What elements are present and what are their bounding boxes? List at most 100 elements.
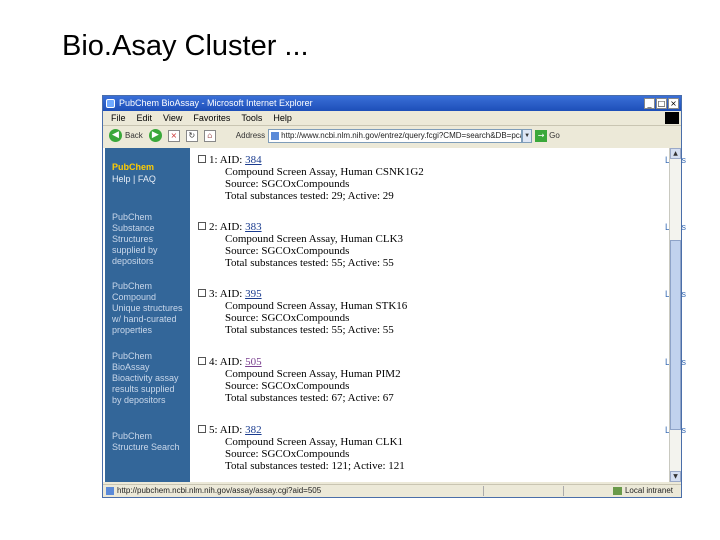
address-label: Address xyxy=(235,131,266,140)
result-index: 4: xyxy=(209,356,218,368)
page-content: PubChem Help | FAQ PubChem Substance Str… xyxy=(103,148,686,482)
result-header: 4: AID: 505 Links xyxy=(198,356,686,368)
result-index: 2: xyxy=(209,221,218,233)
result-title: Compound Screen Assay, Human STK16 xyxy=(225,300,408,312)
result-checkbox[interactable] xyxy=(198,222,206,230)
result-totals: Total substances tested: 121; Active: 12… xyxy=(225,460,405,472)
result-index: 5: xyxy=(209,424,218,436)
result-source: Source: SGCOxCompounds xyxy=(225,245,350,257)
refresh-icon: ↻ xyxy=(185,129,198,142)
aid-link[interactable]: 382 xyxy=(245,424,262,436)
menu-bar: File Edit View Favorites Tools Help xyxy=(103,111,681,125)
aid-label: AID: xyxy=(219,288,243,300)
address-dropdown-icon[interactable]: ▼ xyxy=(522,128,533,143)
aid-link[interactable]: 505 xyxy=(245,356,262,368)
sidebar-item-substance[interactable]: PubChem Substance Structures supplied by… xyxy=(112,212,186,267)
windows-flag-icon xyxy=(665,112,679,124)
sidebar-item-bioassay[interactable]: PubChem BioAssay Bioactivity assay resul… xyxy=(112,351,186,406)
status-divider xyxy=(483,486,484,496)
aid-link[interactable]: 395 xyxy=(245,288,262,300)
back-label: Back xyxy=(125,131,143,140)
window-titlebar[interactable]: PubChem BioAssay - Microsoft Internet Ex… xyxy=(103,96,681,111)
toolbar: ◀ Back ▶ × ↻ ⌂ Address http://www.ncbi.n… xyxy=(103,125,681,145)
sidebar-brand[interactable]: PubChem xyxy=(112,162,154,173)
go-label: Go xyxy=(549,131,560,140)
sidebar-item-compound[interactable]: PubChem Compound Unique structures w/ ha… xyxy=(112,281,186,336)
result-totals: Total substances tested: 55; Active: 55 xyxy=(225,257,394,269)
sidebar: PubChem Help | FAQ PubChem Substance Str… xyxy=(105,148,190,482)
zone-label: Local intranet xyxy=(624,486,673,495)
list-item: 2: AID: 383 Links Compound Screen Assay,… xyxy=(198,221,686,269)
result-source: Source: SGCOxCompounds xyxy=(225,448,350,460)
list-item: 5: AID: 382 Links Compound Screen Assay,… xyxy=(198,424,686,472)
result-title: Compound Screen Assay, Human CSNK1G2 xyxy=(225,166,424,178)
menu-view[interactable]: View xyxy=(163,111,182,125)
result-checkbox[interactable] xyxy=(198,289,206,297)
result-header: 3: AID: 395 Links xyxy=(198,288,686,300)
vertical-scrollbar[interactable]: ▲ ▼ xyxy=(669,148,681,482)
list-item: 1: AID: 384 Links Compound Screen Assay,… xyxy=(198,154,686,202)
list-item: 4: AID: 505 Links Compound Screen Assay,… xyxy=(198,356,686,404)
go-button[interactable]: → Go xyxy=(535,129,560,142)
result-title: Compound Screen Assay, Human PIM2 xyxy=(225,368,401,380)
menu-file[interactable]: File xyxy=(111,111,126,125)
result-checkbox[interactable] xyxy=(198,357,206,365)
result-totals: Total substances tested: 29; Active: 29 xyxy=(225,190,394,202)
aid-link[interactable]: 384 xyxy=(245,154,262,166)
result-source: Source: SGCOxCompounds xyxy=(225,380,350,392)
result-title: Compound Screen Assay, Human CLK3 xyxy=(225,233,404,245)
stop-icon: × xyxy=(167,129,180,142)
status-bar: http://pubchem.ncbi.nlm.nih.gov/assay/as… xyxy=(103,484,681,497)
aid-label: AID: xyxy=(219,154,243,166)
aid-label: AID: xyxy=(219,221,243,233)
home-button[interactable]: ⌂ xyxy=(203,129,216,142)
stop-button[interactable]: × xyxy=(167,129,180,142)
result-title: Compound Screen Assay, Human CLK1 xyxy=(225,436,404,448)
menu-help[interactable]: Help xyxy=(273,111,292,125)
result-checkbox[interactable] xyxy=(198,425,206,433)
maximize-button[interactable]: □ xyxy=(656,98,667,109)
address-input[interactable]: http://www.ncbi.nlm.nih.gov/entrez/query… xyxy=(268,128,523,143)
list-item: 3: AID: 395 Links Compound Screen Assay,… xyxy=(198,288,686,336)
aid-label: AID: xyxy=(219,424,243,436)
menu-favorites[interactable]: Favorites xyxy=(193,111,230,125)
result-header: 1: AID: 384 Links xyxy=(198,154,686,166)
result-source: Source: SGCOxCompounds xyxy=(225,178,350,190)
forward-icon: ▶ xyxy=(148,129,162,142)
result-checkbox[interactable] xyxy=(198,155,206,163)
security-zone: Local intranet xyxy=(612,485,673,497)
minimize-button[interactable]: _ xyxy=(644,98,655,109)
back-button[interactable]: ◀ Back xyxy=(109,129,143,142)
local-intranet-icon xyxy=(612,487,622,495)
app-icon xyxy=(106,99,115,108)
result-index: 3: xyxy=(209,288,218,300)
result-index: 1: xyxy=(209,154,218,166)
sidebar-item-structure-search[interactable]: PubChem Structure Search xyxy=(112,431,186,453)
page-icon xyxy=(271,131,280,140)
address-value: http://www.ncbi.nlm.nih.gov/entrez/query… xyxy=(281,130,523,140)
scroll-up-icon[interactable]: ▲ xyxy=(670,148,681,159)
refresh-button[interactable]: ↻ xyxy=(185,129,198,142)
aid-link[interactable]: 383 xyxy=(245,221,262,233)
close-button[interactable]: × xyxy=(668,98,679,109)
page-icon xyxy=(106,487,114,495)
scroll-down-icon[interactable]: ▼ xyxy=(670,471,681,482)
aid-label: AID: xyxy=(219,356,243,368)
home-icon: ⌂ xyxy=(203,129,216,142)
sidebar-help-faq[interactable]: Help | FAQ xyxy=(112,174,156,185)
slide-title: Bio.Asay Cluster ... xyxy=(62,30,309,62)
menu-tools[interactable]: Tools xyxy=(241,111,262,125)
go-icon: → xyxy=(535,129,548,142)
window-title: PubChem BioAssay - Microsoft Internet Ex… xyxy=(119,98,313,108)
menu-edit[interactable]: Edit xyxy=(137,111,153,125)
window-controls: _ □ × xyxy=(644,98,679,109)
back-icon: ◀ xyxy=(109,129,122,142)
forward-button[interactable]: ▶ xyxy=(148,129,162,142)
status-text: http://pubchem.ncbi.nlm.nih.gov/assay/as… xyxy=(117,486,322,495)
result-totals: Total substances tested: 55; Active: 55 xyxy=(225,324,394,336)
result-header: 2: AID: 383 Links xyxy=(198,221,686,233)
result-source: Source: SGCOxCompounds xyxy=(225,312,350,324)
status-divider xyxy=(563,486,564,496)
scroll-thumb[interactable] xyxy=(670,240,681,430)
result-header: 5: AID: 382 Links xyxy=(198,424,686,436)
